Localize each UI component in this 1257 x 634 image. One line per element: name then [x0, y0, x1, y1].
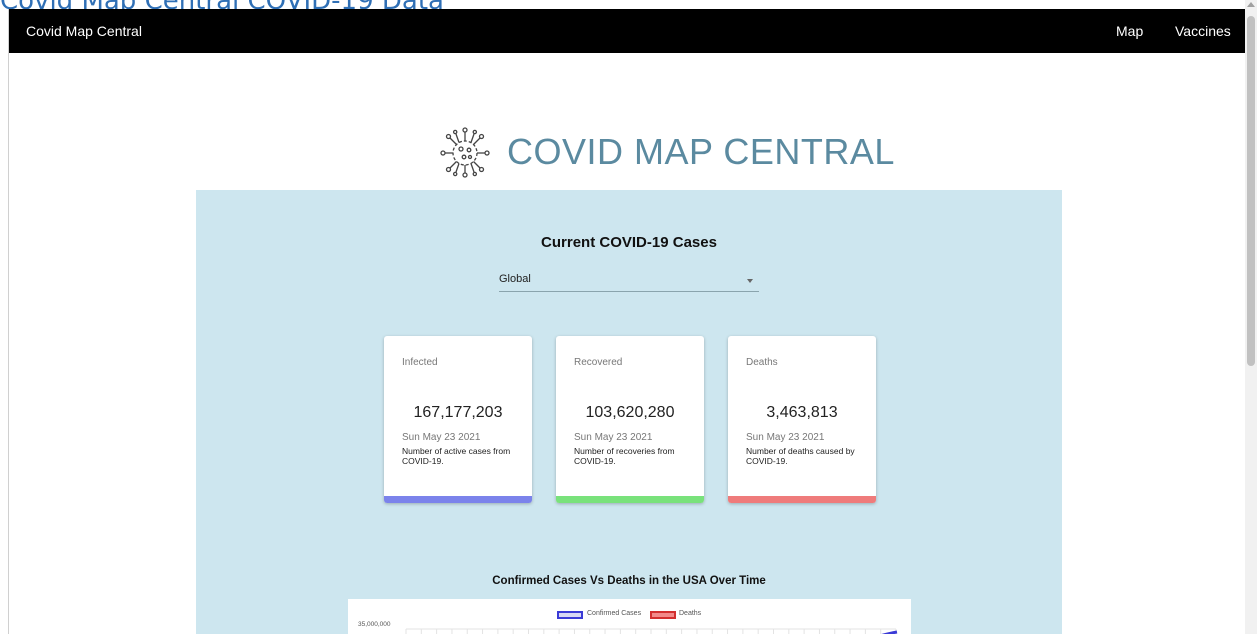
- infected-card: Infected 167,177,203 Sun May 23 2021 Num…: [384, 336, 532, 503]
- card-label: Infected: [402, 357, 438, 368]
- recovered-card: Recovered 103,620,280 Sun May 23 2021 Nu…: [556, 336, 704, 503]
- brand-link[interactable]: Covid Map Central: [26, 23, 142, 39]
- card-description: Number of deaths caused by COVID-19.: [746, 446, 855, 466]
- card-label: Deaths: [746, 357, 778, 368]
- nav-link-vaccines[interactable]: Vaccines: [1175, 23, 1231, 39]
- navbar: Covid Map Central Map Vaccines: [9, 9, 1245, 53]
- virus-icon: [440, 127, 490, 178]
- card-accent-bar: [384, 496, 532, 503]
- cases-panel: Current COVID-19 Cases Global Infected 1…: [196, 190, 1062, 634]
- cases-title: Current COVID-19 Cases: [541, 234, 717, 251]
- card-description: Number of active cases from COVID-19.: [402, 446, 511, 466]
- scroll-up-icon[interactable]: [1247, 2, 1255, 7]
- card-accent-bar: [556, 496, 704, 503]
- card-value: 3,463,813: [766, 404, 838, 421]
- card-value: 103,620,280: [585, 404, 675, 421]
- region-select-value: Global: [499, 273, 531, 285]
- deaths-card: Deaths 3,463,813 Sun May 23 2021 Number …: [728, 336, 876, 503]
- scrollbar-thumb[interactable]: [1247, 16, 1255, 366]
- card-label: Recovered: [574, 357, 623, 368]
- card-description: Number of recoveries from COVID-19.: [574, 446, 675, 466]
- page-title: COVID MAP CENTRAL: [507, 131, 895, 172]
- card-date: Sun May 23 2021: [402, 432, 481, 443]
- card-accent-bar: [728, 496, 876, 503]
- card-date: Sun May 23 2021: [746, 432, 825, 443]
- legend-label-deaths: Deaths: [679, 610, 702, 617]
- y-tick-label: 35,000,000: [358, 621, 391, 628]
- chart-title: Confirmed Cases Vs Deaths in the USA Ove…: [492, 575, 766, 587]
- card-date: Sun May 23 2021: [574, 432, 653, 443]
- app-window: Covid Map Central Map Vaccines COVID MAP…: [8, 9, 1245, 634]
- legend-swatch-confirmed[interactable]: [557, 611, 583, 619]
- legend-label-confirmed: Confirmed Cases: [587, 610, 642, 617]
- legend-swatch-deaths[interactable]: [650, 611, 676, 619]
- caret-down-icon: [747, 279, 753, 283]
- page-scrollbar[interactable]: [1245, 0, 1257, 634]
- card-value: 167,177,203: [413, 404, 503, 421]
- region-select[interactable]: Global: [499, 270, 759, 292]
- line-chart: Confirmed Cases Deaths 35,000,000: [348, 599, 911, 634]
- nav-link-map[interactable]: Map: [1116, 23, 1143, 39]
